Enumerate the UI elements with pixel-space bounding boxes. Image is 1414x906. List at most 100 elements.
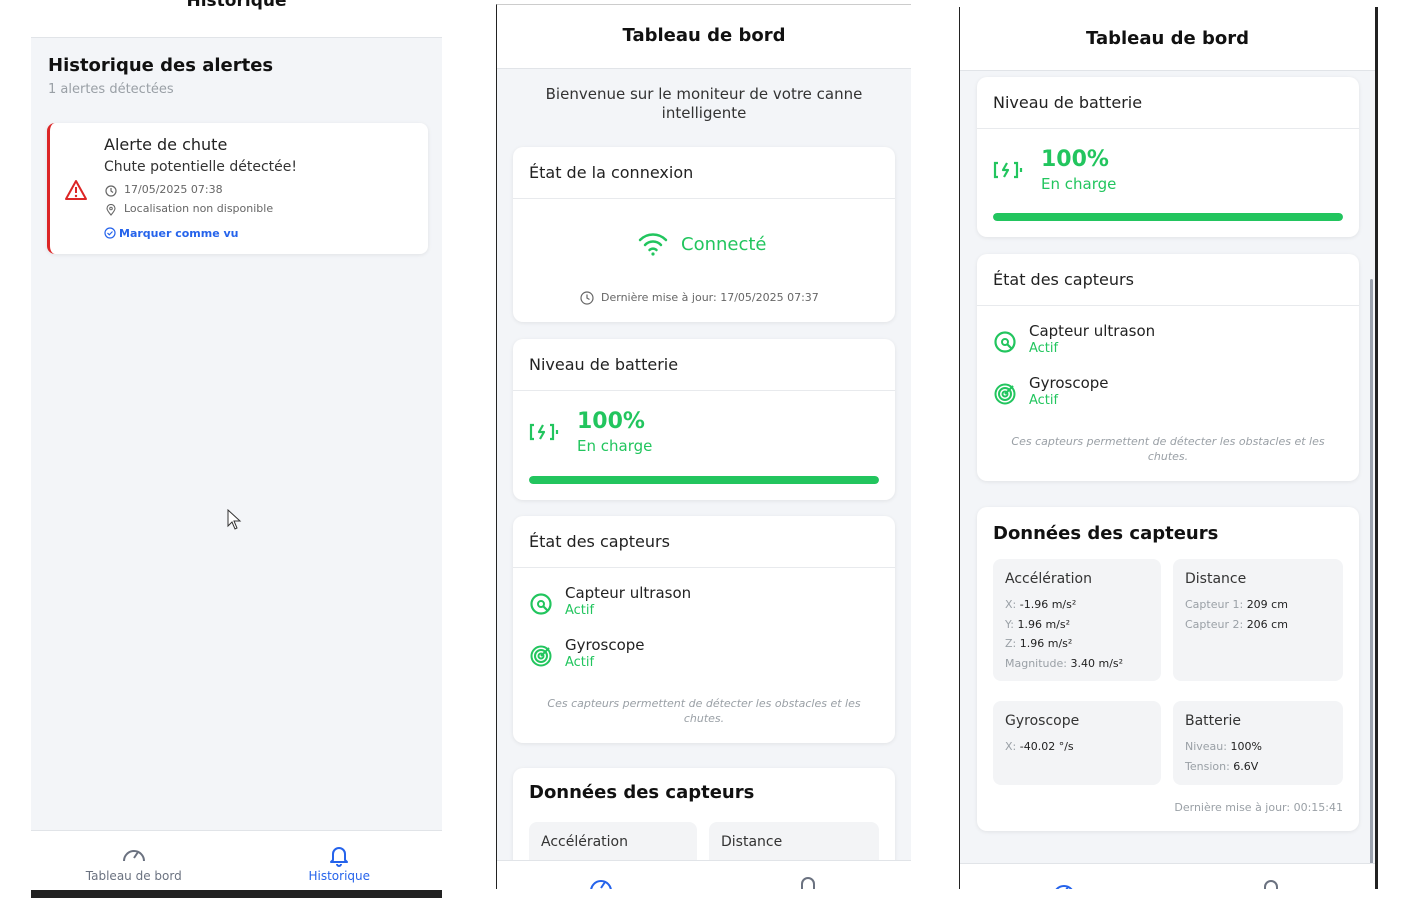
- battery-percent: 100%: [1041, 147, 1109, 172]
- connection-status: Connecté: [681, 234, 767, 255]
- data-tile-acceleration: Accélération X: -1.96 m/s² Y: 1.96 m/s² …: [993, 559, 1161, 681]
- battery-voltage-row: Tension: 6.6V: [1185, 757, 1331, 777]
- tab-dashboard-label: Tableau de bord: [85, 869, 182, 883]
- accel-y-row: Y: 1.96 m/s²: [1005, 615, 1149, 635]
- battery-state: En charge: [1041, 175, 1117, 193]
- ultrasound-icon: [994, 331, 1016, 353]
- sensor-name: Gyroscope: [565, 636, 645, 654]
- data-card: Données des capteurs Accélération X: -1.…: [977, 507, 1359, 831]
- dashboard-header: Tableau de bord: [960, 7, 1375, 71]
- accel-z-label: Z:: [1005, 637, 1017, 650]
- alert-time: 17/05/2025 07:38: [124, 183, 223, 196]
- scrollbar[interactable]: [1370, 279, 1373, 864]
- sensor-state: Actif: [1029, 341, 1059, 356]
- tab-history[interactable]: [1168, 876, 1376, 889]
- accel-magnitude-row: Magnitude: 3.40 m/s²: [1005, 654, 1149, 674]
- gyro-x-row: X: -40.02 °/s: [1005, 737, 1149, 757]
- battery-percent: 100%: [577, 409, 645, 434]
- accel-x-row: X: -1.96 m/s²: [1005, 595, 1149, 615]
- data-title: Données des capteurs: [529, 782, 755, 803]
- distance-s1-row: Capteur 1: 209 cm: [1185, 595, 1331, 615]
- sensor-name: Capteur ultrason: [1029, 322, 1156, 340]
- tab-bar: Tableau de bord Historique: [31, 830, 442, 890]
- gauge-icon: [1055, 885, 1073, 889]
- tile-title: Accélération: [1005, 571, 1092, 587]
- data-title: Données des capteurs: [993, 523, 1219, 544]
- sensors-title: État des capteurs: [977, 254, 1359, 306]
- tab-dashboard[interactable]: Tableau de bord: [31, 843, 237, 883]
- page-title: Historique: [186, 0, 287, 11]
- sensors-title: État des capteurs: [513, 516, 895, 568]
- bell-icon: [330, 847, 349, 867]
- bell-icon: [1264, 880, 1279, 889]
- data-tile-distance: Distance Capteur 1: 209 cm Capteur 2: 20…: [1173, 559, 1343, 681]
- alert-location: Localisation non disponible: [124, 202, 274, 215]
- dashboard-screen: Tableau de bord Bienvenue sur le moniteu…: [496, 4, 911, 889]
- battery-card: Niveau de batterie 100% En charge: [977, 77, 1359, 237]
- battery-level-row: Niveau: 100%: [1185, 737, 1331, 757]
- tab-history[interactable]: Historique: [237, 843, 443, 883]
- data-updated: Dernière mise à jour: 00:15:41: [1174, 801, 1343, 814]
- battery-charging-icon: [993, 161, 1023, 179]
- battery-card: Niveau de batterie 100% En charge: [513, 339, 895, 500]
- sensor-name: Gyroscope: [1029, 374, 1109, 392]
- tile-title: Distance: [721, 834, 783, 850]
- gauge-icon: [589, 880, 612, 889]
- wifi-icon: [638, 233, 668, 256]
- distance-s1-label: Capteur 1:: [1185, 598, 1244, 611]
- tile-title: Batterie: [1185, 713, 1242, 729]
- battery-level-value: 100%: [1230, 740, 1262, 753]
- accel-x-label: X:: [1005, 598, 1017, 611]
- sensors-card: État des capteurs Capteur ultrason Actif…: [513, 516, 895, 743]
- battery-bar-fill: [529, 476, 879, 484]
- section-title: Historique des alertes: [48, 55, 274, 76]
- accel-magnitude-label: Magnitude:: [1005, 656, 1067, 670]
- connection-card: État de la connexion Connecté Dernière m…: [513, 147, 895, 322]
- accel-x-value: -1.96 m/s²: [1019, 598, 1077, 611]
- dashboard-scrolled-screen: Tableau de bord Niveau de batterie 100% …: [959, 7, 1378, 889]
- data-tile-gyroscope: Gyroscope X: -40.02 °/s: [993, 701, 1161, 785]
- tile-title: Distance: [1185, 571, 1247, 587]
- battery-voltage-label: Tension:: [1185, 759, 1230, 773]
- connection-title: État de la connexion: [513, 147, 895, 199]
- tab-dashboard[interactable]: [497, 873, 704, 889]
- gyro-x-label: X:: [1005, 740, 1017, 753]
- mark-seen-button[interactable]: Marquer comme vu: [104, 227, 239, 240]
- welcome-text: Bienvenue sur le moniteur de votre canne…: [545, 85, 863, 122]
- mark-seen-label: Marquer comme vu: [119, 227, 239, 240]
- tile-title: Accélération: [541, 834, 628, 850]
- tab-bar: [960, 863, 1375, 889]
- battery-title: Niveau de batterie: [977, 77, 1359, 129]
- battery-bar-fill: [993, 213, 1343, 221]
- alert-card[interactable]: Alerte de chute Chute potentielle détect…: [47, 123, 428, 254]
- alert-count: 1 alertes détectées: [48, 82, 174, 97]
- sensor-state: Actif: [565, 655, 595, 670]
- accel-y-label: Y:: [1005, 617, 1014, 631]
- gauge-icon: [122, 850, 145, 862]
- alert-title: Alerte de chute: [104, 135, 228, 154]
- distance-s2-row: Capteur 2: 206 cm: [1185, 615, 1331, 635]
- clock-icon: [580, 291, 594, 305]
- accel-magnitude-value: 3.40 m/s²: [1070, 656, 1124, 670]
- tab-dashboard[interactable]: [960, 878, 1168, 889]
- page-title: Tableau de bord: [1086, 28, 1249, 49]
- connection-updated: Dernière mise à jour: 17/05/2025 07:37: [601, 291, 819, 304]
- battery-charging-icon: [529, 423, 559, 441]
- clock-icon: [105, 185, 117, 197]
- battery-bar: [993, 213, 1343, 221]
- sensors-card: État des capteurs Capteur ultrason Actif…: [977, 254, 1359, 481]
- tab-history[interactable]: [704, 873, 911, 889]
- battery-bar: [529, 476, 879, 484]
- tab-history-label: Historique: [308, 869, 371, 883]
- sensor-state: Actif: [1029, 393, 1059, 408]
- distance-s2-label: Capteur 2:: [1185, 617, 1244, 631]
- radar-icon: [994, 383, 1016, 405]
- accel-y-value: 1.96 m/s²: [1017, 617, 1071, 631]
- check-circle-icon: [104, 227, 116, 239]
- battery-voltage-value: 6.6V: [1233, 759, 1259, 773]
- warning-icon: [65, 180, 87, 200]
- bell-icon: [800, 877, 815, 889]
- sensor-name: Capteur ultrason: [565, 584, 692, 602]
- battery-level-label: Niveau:: [1185, 740, 1227, 753]
- page-title: Tableau de bord: [622, 25, 786, 46]
